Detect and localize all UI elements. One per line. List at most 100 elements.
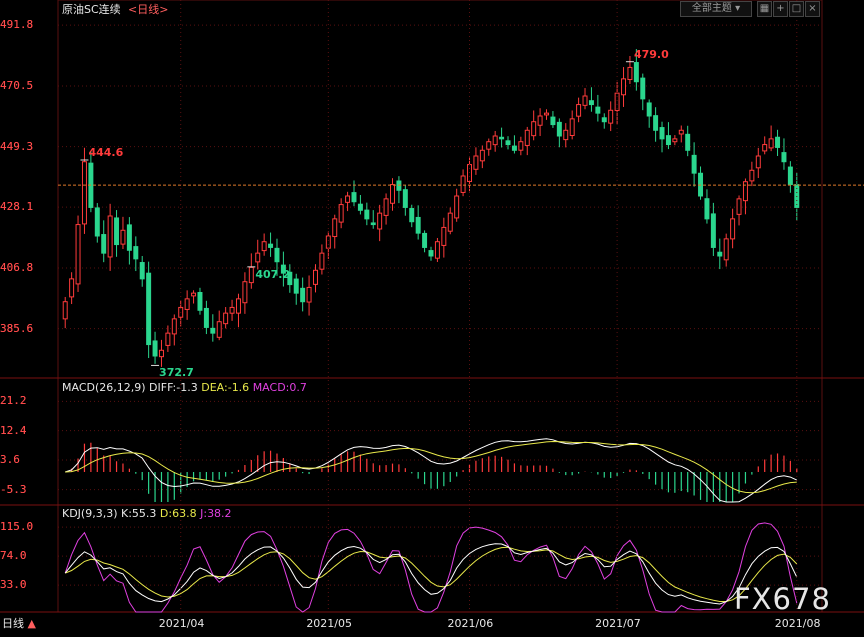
candle-body <box>69 278 75 298</box>
instrument-title: 原油SC连续 <box>62 3 121 16</box>
candle-body <box>710 213 716 248</box>
x-tick-label: 2021/06 <box>447 617 494 630</box>
candle-body <box>537 115 543 126</box>
price-tick-right: 449.3 <box>0 139 34 153</box>
candle-body <box>531 121 537 137</box>
macd-tick-right: 3.6 <box>0 453 20 466</box>
candle-body <box>268 243 274 248</box>
candle-body <box>345 195 351 203</box>
candle-body <box>698 172 704 197</box>
candle-body <box>422 232 428 248</box>
candle-body <box>370 222 376 226</box>
candle-body <box>447 212 453 232</box>
candle-body <box>306 286 312 303</box>
candle-body <box>544 112 550 116</box>
period-tab[interactable]: 日线 ▲ <box>2 617 36 630</box>
price-tick-right: 385.6 <box>0 321 34 335</box>
candle-body <box>133 246 139 260</box>
period-label[interactable]: <日线> <box>128 3 168 16</box>
candle-body <box>152 340 158 357</box>
candle-body <box>216 321 222 338</box>
candle-body <box>730 218 736 240</box>
candle-body <box>165 332 171 346</box>
plot-frame <box>57 0 823 613</box>
candle-body <box>582 95 588 106</box>
plus-icon[interactable]: + <box>773 1 788 17</box>
kdj-tick-right: 33.0 <box>0 578 27 592</box>
chevron-down-icon: ▾ <box>731 3 741 14</box>
candle-body <box>300 287 306 303</box>
kdj-k-line <box>64 543 798 605</box>
candle-body <box>235 298 241 314</box>
candle-body <box>312 269 318 285</box>
candle-body <box>569 118 575 136</box>
candle-body <box>781 152 787 163</box>
extreme-label: 372.7 <box>159 366 194 380</box>
candle-body <box>633 62 639 83</box>
macd-dea-value: -1.6 <box>227 381 250 394</box>
candle-body <box>659 127 665 140</box>
kdj-label: KDJ(9,3,3) <box>62 507 118 520</box>
candle-body <box>601 117 607 123</box>
candle-body <box>357 203 363 211</box>
candle-body <box>486 141 492 150</box>
chart-stage: 原油SC连续 <日线> 全部主题 ▾ ▦ + □ × MACD(26,12,9)… <box>0 0 864 633</box>
candle-body <box>158 349 164 358</box>
candle-body <box>184 298 190 310</box>
maximize-icon[interactable]: □ <box>789 1 804 17</box>
x-tick-label: 2021/05 <box>306 617 353 630</box>
candle-body <box>396 180 402 191</box>
price-tick-right: 406.8 <box>0 261 34 274</box>
candle-body <box>736 198 742 215</box>
macd-diff-key: DIFF: <box>149 381 177 394</box>
candle-body <box>325 235 331 249</box>
price-tick-right: 491.8 <box>0 18 34 32</box>
candle-body <box>518 141 524 151</box>
kdj-j-value: 38.2 <box>207 507 232 520</box>
candle-body <box>197 292 203 311</box>
candle-body <box>441 226 447 246</box>
candle-body <box>588 100 594 106</box>
x-tick-label: 2021/04 <box>158 617 205 630</box>
candle-body <box>332 218 338 238</box>
candle-body <box>402 189 408 208</box>
candle-body <box>505 140 511 146</box>
candle-body <box>338 204 344 223</box>
candle-body <box>94 207 100 237</box>
candle-body <box>614 92 620 111</box>
candle-body <box>665 135 671 146</box>
candle-body <box>672 138 678 143</box>
candle-body <box>556 121 562 137</box>
kdj-legend: KDJ(9,3,3) K:55.3 D:63.8 J:38.2 <box>62 507 232 520</box>
arrow-up-icon: ▲ <box>27 617 36 630</box>
candle-body <box>62 301 68 320</box>
candle-body <box>646 102 652 117</box>
candle-body <box>678 129 684 135</box>
candle-body <box>454 195 460 219</box>
candle-body <box>434 241 440 259</box>
candle-body <box>685 133 691 151</box>
candle-body <box>242 281 248 304</box>
candle-body <box>107 215 113 258</box>
candle-body <box>293 278 299 294</box>
candle-body <box>351 192 357 203</box>
macd-tick-right: 12.4 <box>0 423 27 437</box>
candle-body <box>479 149 485 162</box>
macd-legend: MACD(26,12,9) DIFF:-1.3 DEA:-1.6 MACD:0.… <box>62 381 307 394</box>
grid-icon[interactable]: ▦ <box>757 1 772 17</box>
close-icon[interactable]: × <box>805 1 820 17</box>
macd-hist-key: MACD: <box>252 381 290 394</box>
candle-body <box>511 145 517 151</box>
candle-body <box>717 251 723 257</box>
kdj-d-line <box>65 546 798 602</box>
macd-label: MACD(26,12,9) <box>62 381 146 394</box>
candle-body <box>704 198 710 220</box>
candle-body <box>428 250 434 257</box>
kdj-j-line <box>64 522 798 613</box>
kdj-tick-right: 74.0 <box>0 549 27 563</box>
period-tab-label: 日线 <box>2 617 24 630</box>
candle-body <box>210 327 216 334</box>
candle-body <box>191 292 197 297</box>
theme-dropdown[interactable]: 全部主题 ▾ <box>680 1 752 17</box>
candle-body <box>775 136 781 148</box>
